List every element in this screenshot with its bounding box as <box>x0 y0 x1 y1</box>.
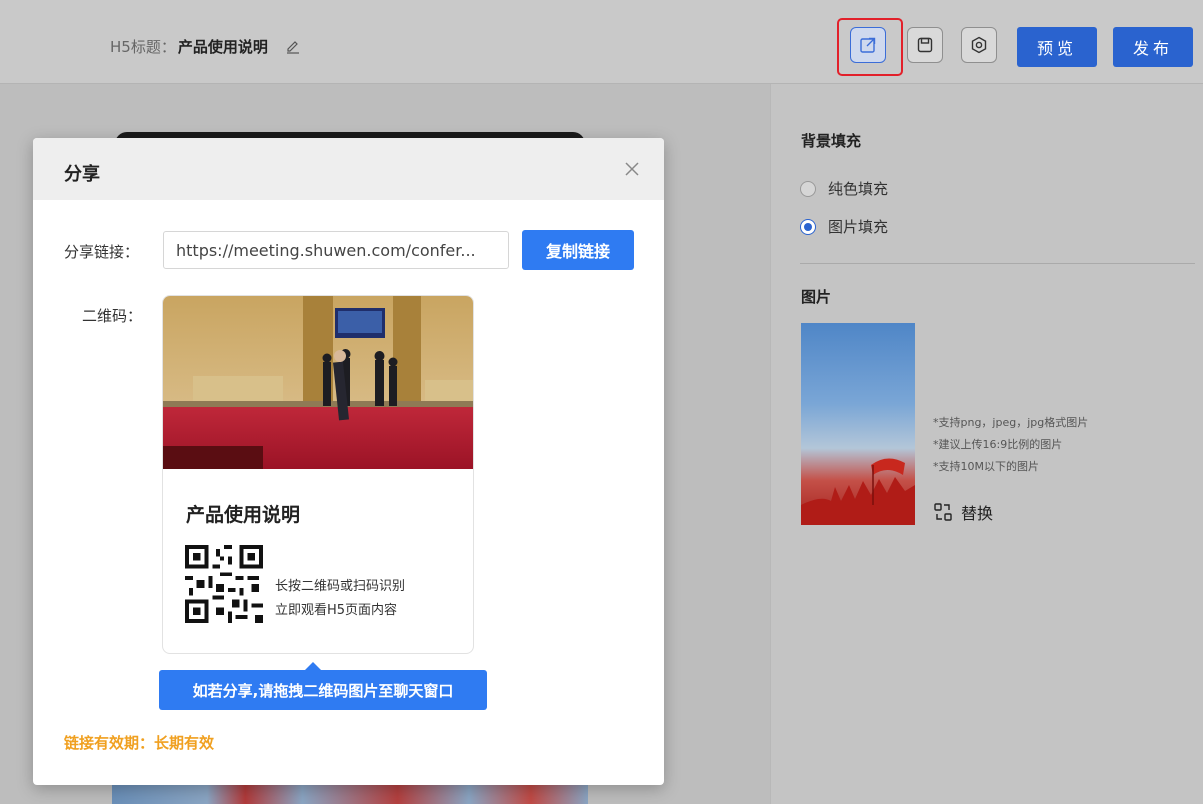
background-image-thumbnail[interactable] <box>801 323 915 525</box>
qr-line-2: 立即观看H5页面内容 <box>275 603 398 618</box>
qr-line-1: 长按二维码或扫码识别 <box>275 579 406 594</box>
qr-code-image[interactable] <box>184 545 264 623</box>
dialog-title: 分享 <box>64 164 100 185</box>
replace-image-button[interactable]: 替换 <box>933 500 993 524</box>
qr-instructions: 长按二维码或扫码识别 立即观看H5页面内容 <box>275 575 405 623</box>
drag-hint-tooltip: 如若分享,请拖拽二维码图片至聊天窗口 <box>159 662 487 710</box>
image-section-title: 图片 <box>801 288 832 306</box>
qr-code-label: 二维码： <box>82 307 143 325</box>
share-link-input[interactable]: https://meeting.shuwen.com/confer... <box>163 231 509 269</box>
share-poster-card[interactable]: 产品使用说明 长按二维码或扫码识别 立即观看H5页面内容 <box>162 295 474 654</box>
swap-icon <box>934 503 952 521</box>
poster-title: 产品使用说明 <box>186 504 301 526</box>
page-title: H5标题： 产品使用说明 <box>110 36 301 58</box>
upload-hints: *支持png，jpeg，jpg格式图片 *建议上传16:9比例的图片 *支持10… <box>933 412 1088 478</box>
share-highlight-box <box>837 18 903 76</box>
share-dialog: 分享 分享链接： https://meeting.shuwen.com/conf… <box>33 138 664 785</box>
link-validity: 链接有效期：长期有效 <box>64 734 215 752</box>
publish-button[interactable]: 发布 <box>1113 27 1193 67</box>
hint-line: *建议上传16:9比例的图片 <box>933 438 1063 451</box>
radio-button[interactable] <box>800 180 816 197</box>
hint-line: *支持png，jpeg，jpg格式图片 <box>933 416 1089 429</box>
radio-button-selected[interactable] <box>800 218 816 235</box>
save-icon <box>917 37 933 53</box>
title-label: H5标题： <box>110 38 176 56</box>
dialog-header: 分享 <box>33 138 664 200</box>
settings-icon <box>971 36 987 54</box>
top-toolbar: H5标题： 产品使用说明 预览 发布 <box>0 0 1203 84</box>
radio-label: 图片填充 <box>828 218 889 236</box>
radio-solid-fill[interactable]: 纯色填充 <box>800 178 888 199</box>
settings-button[interactable] <box>961 27 997 63</box>
radio-image-fill[interactable]: 图片填充 <box>800 216 888 237</box>
hint-line: *支持10M以下的图片 <box>933 460 1039 473</box>
copy-link-button[interactable]: 复制链接 <box>522 230 634 270</box>
replace-label: 替换 <box>961 504 994 523</box>
edit-pencil-icon[interactable] <box>285 38 301 58</box>
bg-fill-title: 背景填充 <box>801 132 862 150</box>
radio-label: 纯色填充 <box>828 180 889 198</box>
close-icon[interactable] <box>624 161 640 181</box>
poster-photo <box>163 296 473 469</box>
preview-button[interactable]: 预览 <box>1017 27 1097 67</box>
divider <box>800 263 1195 264</box>
share-link-label: 分享链接： <box>64 243 140 261</box>
title-value: 产品使用说明 <box>177 38 268 56</box>
save-button[interactable] <box>907 27 943 63</box>
